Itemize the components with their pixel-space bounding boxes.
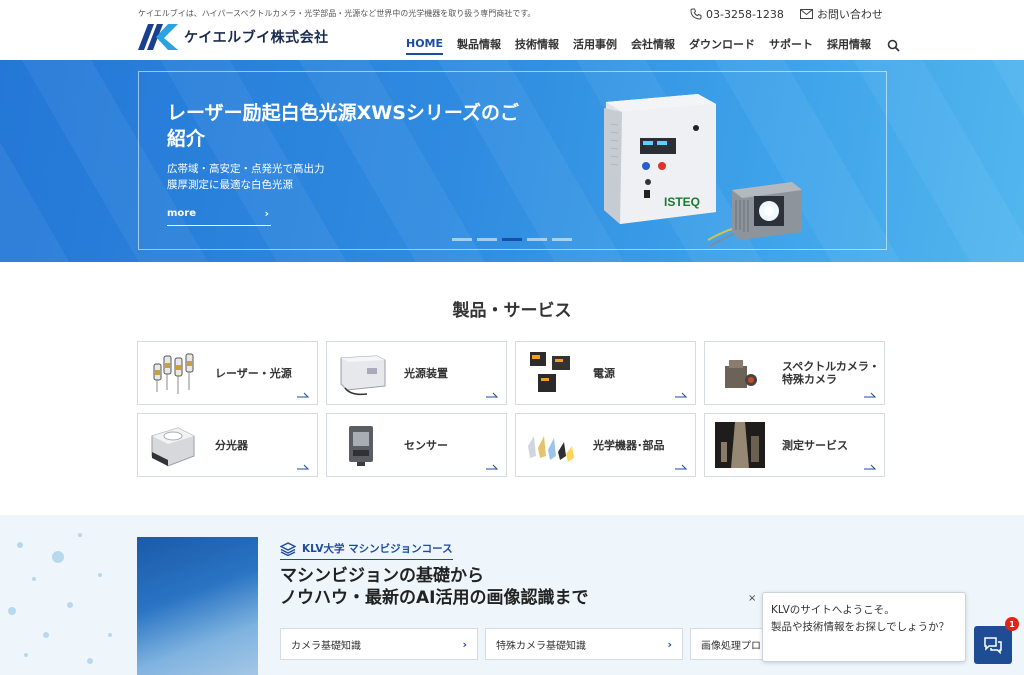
spectrometer-icon [151,427,195,467]
category-card-measurement-service[interactable]: 測定サービス [704,413,885,477]
isteq-logo: ISTEQ [664,195,701,209]
chat-close-button[interactable]: × [748,593,756,604]
decorative-dots [8,533,112,664]
top-contact: 03-3258-1238 お問い合わせ [690,6,899,22]
category-card-power-supply[interactable]: 電源 [515,341,696,405]
phone-number: 03-3258-1238 [706,7,784,21]
chevron-right-icon: › [462,638,467,651]
hero-title: レーザー励起白色光源XWSシリーズのご紹介 [167,102,519,150]
nav-company[interactable]: 会社情報 [631,36,675,55]
hero-banner[interactable]: レーザー励起白色光源XWSシリーズのご紹介 広帯域・高安定・点発光で高出力 膜厚… [0,60,1024,262]
chat-icon [984,637,1002,654]
arrow-right-icon [864,392,876,398]
arrow-right-icon [864,464,876,470]
slide-dot-4[interactable] [527,238,547,241]
arrow-right-icon [675,464,687,470]
course-link-special-camera[interactable]: 特殊カメラ基礎知識 › [485,628,683,660]
course-link-label: 特殊カメラ基礎知識 [496,640,586,652]
spectral-camera-icon [725,360,757,388]
category-label: 分光器 [215,438,248,452]
site-tagline: ケイエルブイは、ハイパースペクトルカメラ・光学部品・光源など世界中の光学機器を取… [138,9,536,18]
layers-icon [280,541,296,556]
course-title: マシンビジョンの基礎から ノウハウ・最新のAI活用の画像認識まで [280,566,589,608]
nav-download[interactable]: ダウンロード [689,36,755,55]
course-tag-label: KLV大学 マシンビジョンコース [302,543,453,555]
course-tag[interactable]: KLV大学 マシンビジョンコース [280,541,453,560]
measurement-service-icon [715,422,765,468]
machine-vision-image [137,537,258,675]
category-label: レーザー・光源 [215,366,292,380]
slider-dots [452,238,577,241]
phone-icon [690,8,702,20]
hero-more-link[interactable]: more › [167,207,271,226]
nav-case-studies[interactable]: 活用事例 [573,36,617,55]
category-card-spectral-camera[interactable]: スペクトルカメラ・ 特殊カメラ [704,341,885,405]
chat-welcome-bubble[interactable]: KLVのサイトへようこそ。 製品や技術情報をお探しでしょうか？ [762,592,966,662]
chevron-right-icon: › [667,638,672,651]
arrow-right-icon [486,392,498,398]
category-card-spectrometer[interactable]: 分光器 [137,413,318,477]
search-icon[interactable] [887,39,900,52]
sensor-icon [349,426,373,466]
arrow-right-icon [675,392,687,398]
course-link-camera-basics[interactable]: カメラ基礎知識 › [280,628,478,660]
arrow-right-icon [297,464,309,470]
slide-dot-5[interactable] [552,238,572,241]
nav-technology[interactable]: 技術情報 [515,36,559,55]
lamp-bulbs-icon [153,353,194,394]
mail-icon [799,9,813,19]
category-card-sensor[interactable]: センサー [326,413,507,477]
light-source-product-image [604,94,716,224]
slide-dot-3[interactable] [502,238,522,241]
category-label: センサー [404,438,448,452]
power-supply-icon [530,352,570,392]
light-source-unit-icon [340,355,386,396]
optical-parts-icon [528,436,574,462]
course-link-label: カメラ基礎知識 [291,640,361,652]
main-nav: HOME 製品情報 技術情報 活用事例 会社情報 ダウンロード サポート 採用情… [406,36,900,55]
course-link-image-processing[interactable]: 画像処理プロ [690,628,764,660]
slide-dot-2[interactable] [477,238,497,241]
arrow-right-icon [486,464,498,470]
more-label: more [167,208,197,219]
optical-head-image [707,182,802,247]
products-section-title: 製品・サービス [452,301,572,321]
product-category-grid: レーザー・光源 光源装置 電源 スペクトルカメラ・ 特殊カメラ 分光器 センサー… [137,341,888,477]
phone-link[interactable]: 03-3258-1238 [690,8,784,21]
nav-products[interactable]: 製品情報 [457,36,501,55]
category-label: 光学機器･部品 [593,438,665,452]
category-label: 測定サービス [782,438,848,452]
nav-recruit[interactable]: 採用情報 [827,36,871,55]
chevron-right-icon: › [264,207,269,220]
klv-logo-icon [138,24,178,50]
slide-dot-1[interactable] [452,238,472,241]
chat-open-button[interactable] [974,626,1012,664]
arrow-right-icon [297,392,309,398]
category-card-laser-light-source[interactable]: レーザー・光源 [137,341,318,405]
contact-link[interactable]: お問い合わせ [799,6,883,22]
category-card-light-source-unit[interactable]: 光源装置 [326,341,507,405]
site-header: ケイエルブイは、ハイパースペクトルカメラ・光学部品・光源など世界中の光学機器を取… [0,0,1024,60]
contact-label: お問い合わせ [816,8,883,21]
category-label: 光源装置 [404,366,448,380]
nav-support[interactable]: サポート [769,36,813,55]
logo-text: ケイエルブイ株式会社 [184,30,329,46]
site-logo[interactable]: ケイエルブイ株式会社 [138,24,329,50]
chat-notification-badge: 1 [1005,617,1019,631]
course-link-label: 画像処理プロ [701,640,761,652]
category-label: 電源 [593,366,615,380]
category-card-optical-parts[interactable]: 光学機器･部品 [515,413,696,477]
nav-home[interactable]: HOME [406,37,444,55]
course-links: カメラ基礎知識 › 特殊カメラ基礎知識 › 画像処理プロ [280,628,771,660]
hero-subtitle: 広帯域・高安定・点発光で高出力 膜厚測定に最適な白色光源 [167,163,325,191]
